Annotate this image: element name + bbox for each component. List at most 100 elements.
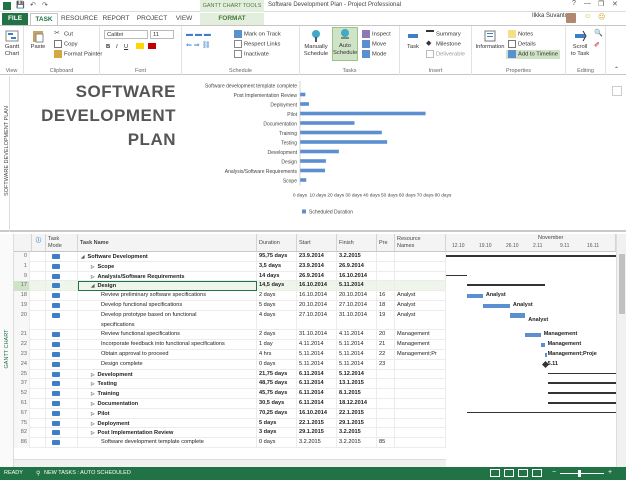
row-resource-names[interactable] bbox=[395, 408, 446, 419]
close-icon[interactable]: ✕ bbox=[612, 0, 618, 8]
row-task-mode[interactable] bbox=[46, 379, 78, 390]
row-start[interactable]: 6.11.2014 bbox=[297, 399, 337, 409]
row-task-mode[interactable] bbox=[46, 369, 78, 380]
row-task-mode[interactable] bbox=[46, 271, 78, 282]
row-task-mode[interactable] bbox=[46, 252, 78, 262]
table-row[interactable]: 67 ▷ Pilot 70,25 days 16.10.2014 22.1.2015 bbox=[14, 408, 446, 419]
row-task-mode[interactable] bbox=[46, 291, 78, 301]
row-info[interactable] bbox=[32, 252, 46, 262]
row-task-mode[interactable] bbox=[46, 418, 78, 429]
row-task-mode[interactable] bbox=[46, 438, 78, 448]
bold-button[interactable]: B bbox=[106, 43, 110, 51]
row-finish[interactable]: 29.1.2015 bbox=[337, 418, 377, 429]
copy-button[interactable]: Copy bbox=[54, 40, 78, 49]
percent-complete-icons[interactable]: ▬ ▬ ▬ bbox=[186, 31, 211, 39]
tab-task[interactable]: TASK bbox=[30, 13, 58, 25]
row-resource-names[interactable]: Management bbox=[395, 340, 446, 350]
row-info[interactable] bbox=[32, 271, 46, 282]
row-resource-names[interactable] bbox=[395, 389, 446, 399]
table-row[interactable]: 1 ▷ Scope 3,5 days 23.9.2014 26.9.2014 bbox=[14, 261, 446, 272]
add-to-timeline-button[interactable]: Add to Timeline bbox=[506, 50, 560, 59]
row-start[interactable]: 3.2.2015 bbox=[297, 438, 337, 448]
row-duration[interactable]: 21,75 days bbox=[257, 369, 297, 380]
row-duration[interactable]: 48,75 days bbox=[257, 379, 297, 390]
row-task-name[interactable]: ▷ Pilot bbox=[78, 408, 257, 419]
find-icon[interactable]: 🔍 bbox=[594, 30, 603, 38]
row-id[interactable]: 21 bbox=[14, 330, 30, 341]
row-predecessors[interactable] bbox=[377, 271, 395, 282]
scroll-to-task-button[interactable]: Scroll to Task bbox=[568, 29, 592, 58]
row-id[interactable]: 37 bbox=[14, 379, 30, 390]
summary-bar[interactable] bbox=[446, 255, 616, 257]
row-predecessors[interactable] bbox=[377, 389, 395, 399]
table-row[interactable]: 18 Review preliminary software specificat… bbox=[14, 291, 446, 301]
row-finish[interactable]: 31.10.2014 bbox=[337, 310, 377, 331]
row-info[interactable] bbox=[32, 359, 46, 370]
task-bar[interactable] bbox=[525, 332, 541, 338]
table-row[interactable]: 86 Software development template complete… bbox=[14, 438, 446, 448]
scheduled-duration-chart[interactable]: Software development template complete Po… bbox=[180, 76, 460, 226]
row-task-name[interactable]: ▷ Training bbox=[78, 389, 257, 399]
row-id[interactable]: 1 bbox=[14, 261, 30, 272]
row-id[interactable]: 18 bbox=[14, 291, 30, 301]
row-task-name[interactable]: ▷ Deployment bbox=[78, 418, 257, 429]
header-start[interactable]: Start bbox=[297, 234, 337, 252]
header-task-name[interactable]: Task Name bbox=[78, 234, 257, 252]
row-predecessors[interactable] bbox=[377, 418, 395, 429]
gantt-chart-area[interactable]: Analyst Analyst Analyst Management Managemen… bbox=[446, 252, 616, 467]
respect-links-button[interactable]: Respect Links bbox=[234, 40, 280, 49]
vertical-scroll-thumb[interactable] bbox=[619, 254, 625, 314]
row-id[interactable]: 0 bbox=[14, 252, 30, 262]
row-predecessors[interactable]: 21 bbox=[377, 340, 395, 350]
inspect-button[interactable]: Inspect bbox=[362, 30, 391, 39]
table-row[interactable]: 0 ◢ Software Development 95,75 days 23.9.201… bbox=[14, 252, 446, 262]
row-task-mode[interactable] bbox=[46, 399, 78, 409]
table-row[interactable]: 21 Review functional specifications 2 days… bbox=[14, 330, 446, 341]
italic-button[interactable]: I bbox=[116, 43, 118, 51]
row-start[interactable]: 29.1.2015 bbox=[297, 428, 337, 439]
paste-button[interactable]: Paste bbox=[27, 29, 49, 51]
row-duration[interactable]: 14 days bbox=[257, 271, 297, 282]
header-duration[interactable]: Duration bbox=[257, 234, 297, 252]
row-resource-names[interactable]: Analyst bbox=[395, 310, 446, 331]
row-task-mode[interactable] bbox=[46, 281, 78, 292]
avatar[interactable] bbox=[566, 13, 576, 23]
row-info[interactable] bbox=[32, 261, 46, 272]
row-start[interactable]: 31.10.2014 bbox=[297, 330, 337, 341]
row-id[interactable]: 20 bbox=[14, 310, 30, 331]
row-predecessors[interactable] bbox=[377, 261, 395, 272]
notes-button[interactable]: Notes bbox=[508, 30, 533, 39]
row-resource-names[interactable] bbox=[395, 428, 446, 439]
font-color-icon[interactable] bbox=[148, 43, 156, 49]
row-finish[interactable]: 3.2.2015 bbox=[337, 252, 377, 262]
row-id[interactable]: 19 bbox=[14, 301, 30, 311]
row-start[interactable]: 23.9.2014 bbox=[297, 252, 337, 262]
row-start[interactable]: 22.1.2015 bbox=[297, 418, 337, 429]
row-info[interactable] bbox=[32, 340, 46, 350]
table-row[interactable]: 9 ▷ Analysis/Software Requirements 14 days 2… bbox=[14, 271, 446, 282]
summary-bar[interactable] bbox=[446, 274, 468, 277]
table-horizontal-scrollbar[interactable] bbox=[14, 459, 446, 467]
row-start[interactable]: 6.11.2014 bbox=[297, 379, 337, 390]
table-row[interactable]: 17 ◢ Design 14,5 days 16.10.2014 5.11.2014 bbox=[14, 281, 446, 292]
help-icon[interactable]: ? bbox=[572, 0, 576, 7]
deliverable-button[interactable]: Deliverable bbox=[426, 50, 465, 59]
row-predecessors[interactable]: 23 bbox=[377, 359, 395, 370]
row-id[interactable]: 23 bbox=[14, 350, 30, 360]
auto-schedule-button[interactable]: Auto Schedule bbox=[332, 27, 358, 61]
move-button[interactable]: Move bbox=[362, 40, 386, 49]
table-row[interactable]: 23 Obtain approval to proceed 4 hrs 5.11.20… bbox=[14, 350, 446, 360]
table-row[interactable]: 25 ▷ Development 21,75 days 6.11.2014 5.12.20… bbox=[14, 369, 446, 380]
row-info[interactable] bbox=[32, 399, 46, 409]
row-start[interactable]: 20.10.2014 bbox=[297, 301, 337, 311]
task-bar[interactable] bbox=[544, 352, 547, 357]
frown-icon[interactable]: ☹ bbox=[598, 13, 605, 21]
row-start[interactable]: 27.10.2014 bbox=[297, 310, 337, 331]
collapse-toggle-icon[interactable]: ◢ bbox=[91, 283, 94, 288]
row-info[interactable] bbox=[32, 408, 46, 419]
mode-button[interactable]: Mode bbox=[362, 50, 387, 59]
collapse-ribbon-icon[interactable]: ⌃ bbox=[614, 66, 619, 74]
tab-view[interactable]: VIEW bbox=[172, 13, 196, 25]
tab-format[interactable]: FORMAT bbox=[200, 13, 264, 25]
row-resource-names[interactable] bbox=[395, 252, 446, 262]
